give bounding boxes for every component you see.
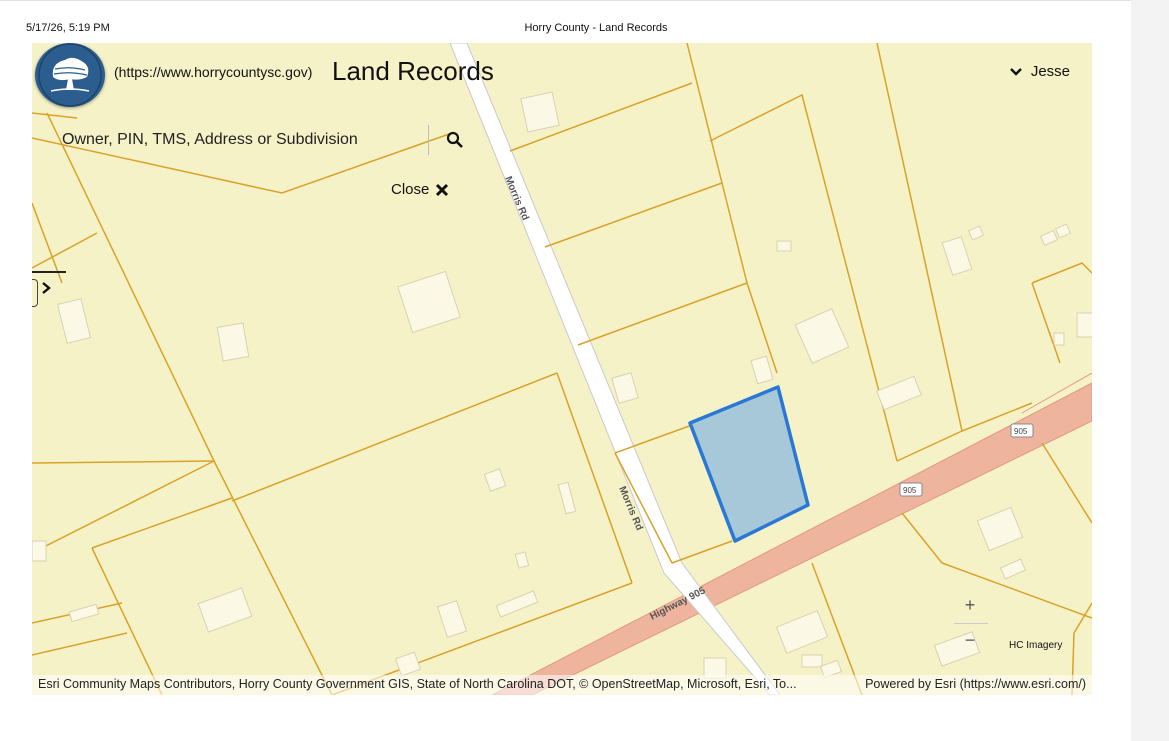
zoom-controls: + − [952,593,988,650]
print-page-title: Horry County - Land Records [524,22,668,34]
user-menu[interactable]: Jesse [1009,63,1070,80]
map-view[interactable]: Morris Rd Morris Rd Highway 905 905 905 … [32,43,1092,695]
close-label: Close [391,181,430,198]
map-attribution: Esri Community Maps Contributors, Horry … [32,675,1092,695]
page-gutter [1131,0,1169,741]
route-shield-1: 905 [1010,423,1034,438]
zoom-separator [954,623,988,624]
side-panel-toggle[interactable] [32,271,66,309]
search-icon [446,131,463,148]
attribution-sources[interactable]: Esri Community Maps Contributors, Horry … [38,677,797,691]
zoom-out-button[interactable]: − [952,628,988,652]
search-box [62,125,464,155]
route-shield-2: 905 [899,482,923,497]
app-title: Land Records [332,56,494,86]
search-input[interactable] [62,129,422,151]
imagery-label[interactable]: HC Imagery [1009,640,1062,651]
close-x-icon [436,183,449,196]
search-button[interactable] [446,131,464,149]
powered-by-esri-link[interactable]: Powered by Esri (https://www.esri.com/) [865,677,1086,691]
close-button[interactable]: Close [391,181,449,198]
zoom-in-button[interactable]: + [952,593,988,617]
print-header: 5/17/26, 5:19 PM Horry County - Land Rec… [26,22,1116,38]
svg-text:905: 905 [1014,427,1028,436]
chevron-down-icon [1009,67,1022,76]
selected-parcel[interactable] [688,385,810,543]
panel-toggle-bracket [32,279,38,307]
svg-text:905: 905 [903,486,917,495]
panel-toggle-line [32,271,66,273]
user-name: Jesse [1030,63,1070,80]
top-border [0,0,1131,1]
tree-logo-icon [38,43,102,107]
county-website-link[interactable]: (https://www.horrycountysc.gov) [114,64,312,80]
chevron-right-icon [42,282,51,294]
horry-county-logo[interactable] [35,43,105,107]
search-divider [428,125,429,155]
